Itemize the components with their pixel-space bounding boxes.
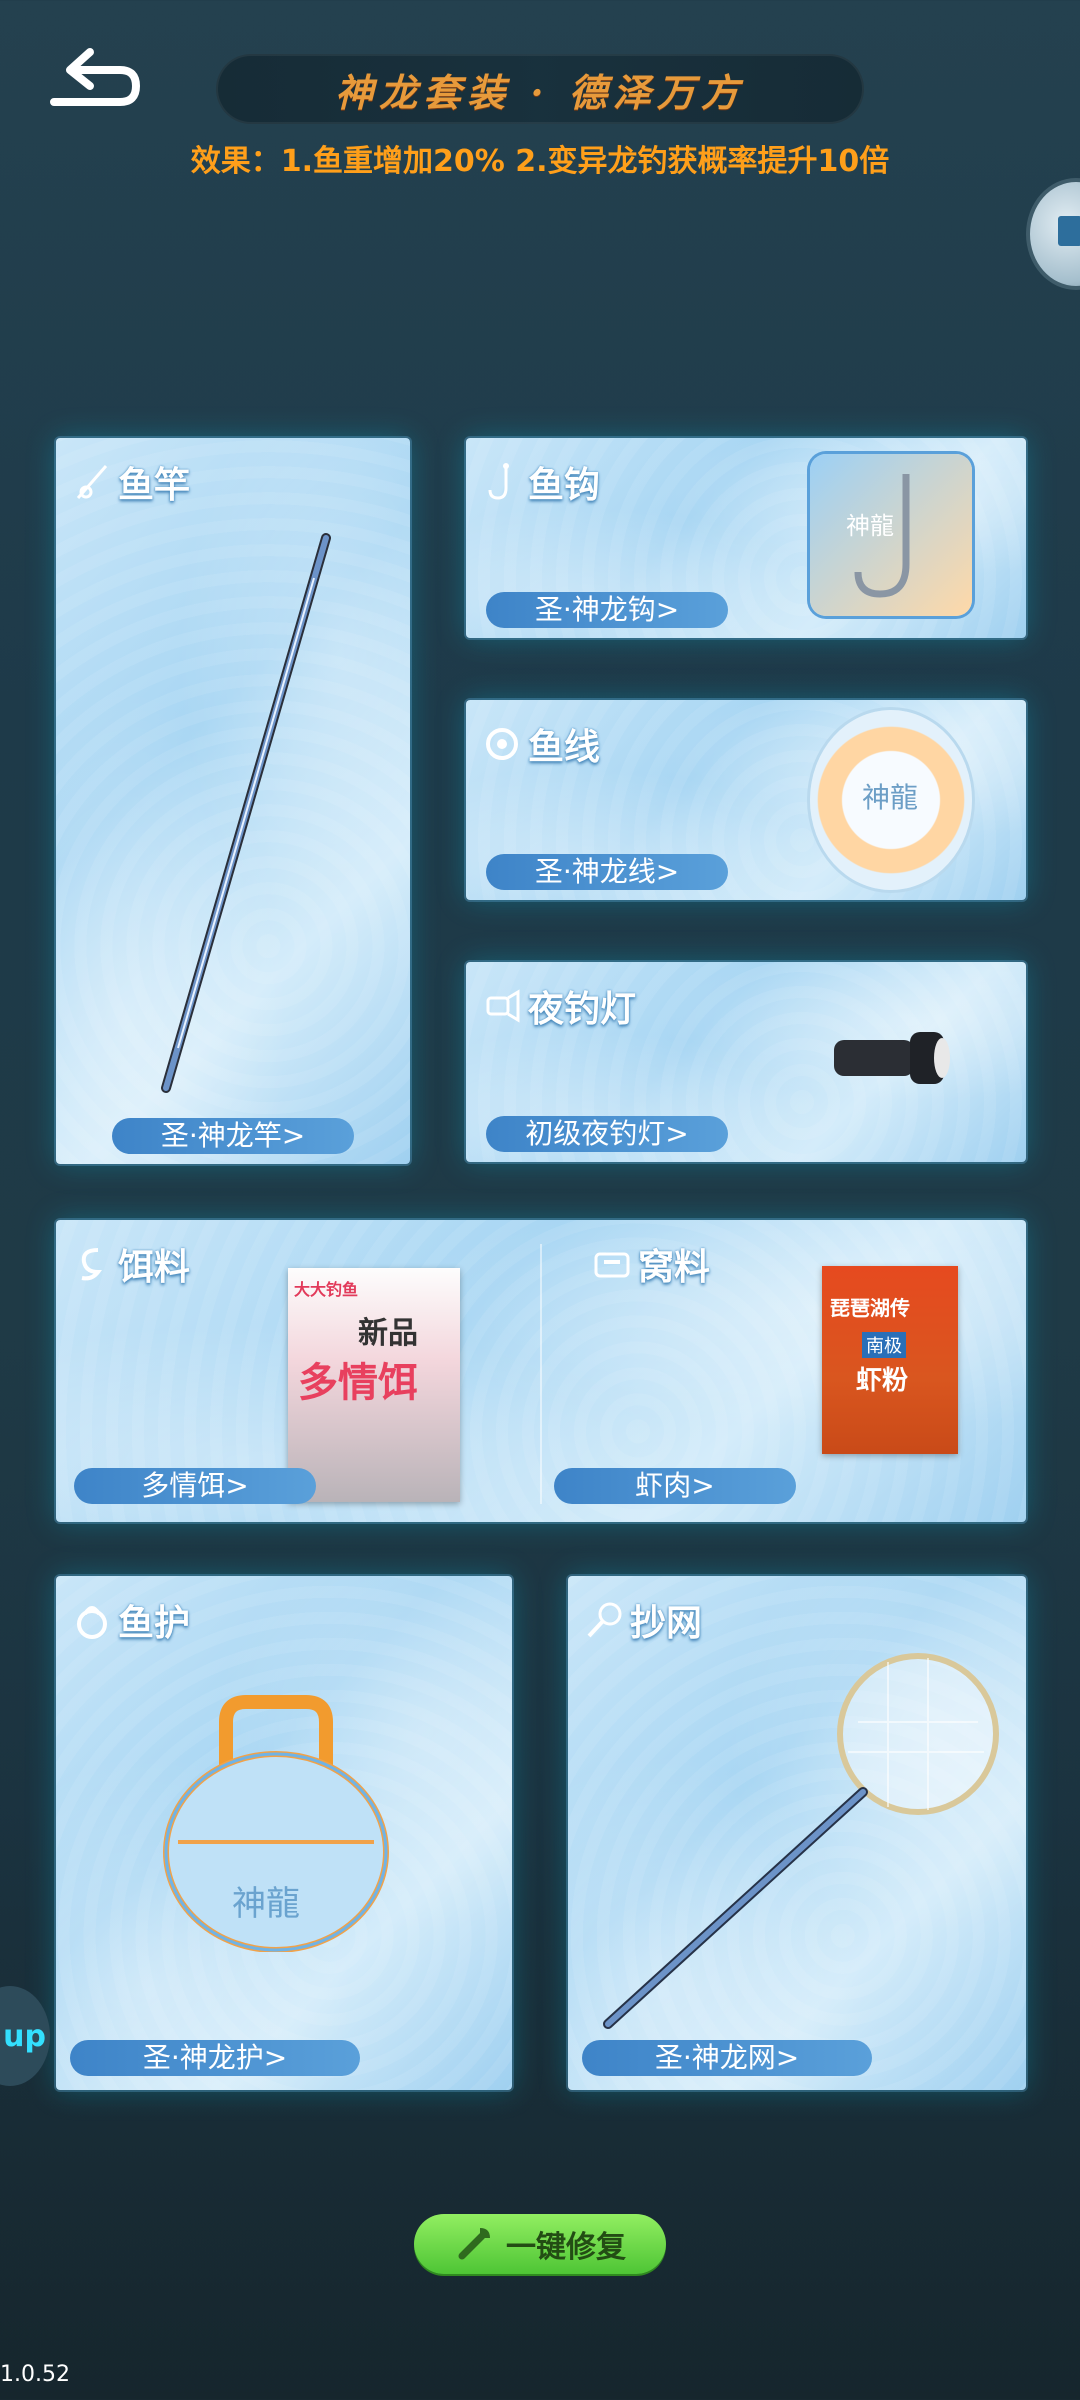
landing-net-title: 抄网 [630, 1603, 703, 1644]
one-click-repair-button[interactable]: 一键修复 [414, 2214, 666, 2274]
suit-title-banner: 神龙套装 · 德泽万方 [216, 54, 864, 124]
up-button[interactable]: up [0, 1986, 50, 2086]
bait-card[interactable]: 饵料 大大钓鱼 新品 多情饵 多情饵> 窝料 琵琶湖传 南极 虾粉 虾肉> [56, 1220, 1026, 1522]
keepnet-icon [77, 1606, 107, 1639]
lamp-item-button[interactable]: 初级夜钓灯> [486, 1116, 728, 1152]
hook-title: 鱼钩 [528, 465, 601, 506]
back-arrow-icon [50, 48, 141, 106]
repair-label: 一键修复 [506, 2230, 626, 2265]
groundbait-pack-top: 琵琶湖传 [830, 1296, 910, 1320]
cube-icon [1058, 216, 1080, 246]
bait-pack-new: 新品 [358, 1316, 418, 1351]
rod-image [161, 533, 331, 1093]
bait-item-button[interactable]: 多情饵> [74, 1468, 316, 1504]
lamp-icon [486, 989, 520, 1023]
landing-net-item-button[interactable]: 圣·神龙网> [582, 2040, 872, 2076]
groundbait-pack-sub: 南极 [862, 1332, 906, 1358]
groundbait-icon [594, 1252, 630, 1278]
rod-icon [76, 465, 108, 499]
keepnet-item-button[interactable]: 圣·神龙护> [70, 2040, 360, 2076]
net-icon [587, 1602, 622, 1638]
line-spool-image: 神龍 [810, 710, 972, 890]
side-cube-button[interactable] [1026, 178, 1080, 290]
groundbait-item-button[interactable]: 虾肉> [554, 1468, 796, 1504]
groundbait-title: 窝料 [638, 1247, 711, 1288]
keepnet-card[interactable]: 鱼护 神龍 圣·神龙护> [56, 1576, 512, 2090]
suit-effect-text: 效果：1.鱼重增加20% 2.变异龙钓获概率提升10倍 [190, 144, 890, 179]
bait-title: 饵料 [118, 1247, 191, 1288]
rod-card[interactable]: 鱼竿 圣·神龙竿> [56, 438, 410, 1164]
bait-pack-brand: 大大钓鱼 [294, 1280, 359, 1299]
hook-item-button[interactable]: 圣·神龙钩> [486, 592, 728, 628]
bait-divider [540, 1244, 542, 1504]
lamp-card[interactable]: 夜钓灯 初级夜钓灯> [466, 962, 1026, 1162]
keepnet-title: 鱼护 [118, 1603, 191, 1644]
version-text: 1.0.52 [0, 2362, 70, 2387]
bait-icon [81, 1248, 103, 1281]
line-card[interactable]: 鱼线 神龍 圣·神龙线> [466, 700, 1026, 900]
bait-pack-image: 大大钓鱼 新品 多情饵 [288, 1268, 460, 1502]
line-title: 鱼线 [528, 727, 601, 768]
line-spool-text: 神龍 [862, 781, 919, 814]
groundbait-pack-image: 琵琶湖传 南极 虾粉 [822, 1266, 958, 1454]
wrench-icon [458, 2228, 490, 2260]
hook-image: 神龍 [810, 454, 972, 616]
back-button[interactable] [40, 40, 150, 120]
groundbait-pack-name: 虾粉 [856, 1366, 909, 1396]
lamp-image [834, 1032, 950, 1084]
landing-net-card[interactable]: 抄网 圣·神龙网> [568, 1576, 1026, 2090]
hook-card[interactable]: 鱼钩 神龍 圣·神龙钩> [466, 438, 1026, 638]
hook-icon [488, 463, 509, 500]
line-icon [486, 728, 518, 760]
landing-net-image [603, 1653, 999, 2029]
bait-pack-name: 多情饵 [298, 1360, 418, 1406]
lamp-title: 夜钓灯 [528, 989, 637, 1030]
rod-item-button[interactable]: 圣·神龙竿> [112, 1118, 354, 1154]
keepnet-bag-text: 神龍 [232, 1884, 300, 1924]
rod-title: 鱼竿 [118, 465, 191, 506]
line-item-button[interactable]: 圣·神龙线> [486, 854, 728, 890]
suit-title: 神龙套装 · 德泽万方 [335, 69, 745, 115]
